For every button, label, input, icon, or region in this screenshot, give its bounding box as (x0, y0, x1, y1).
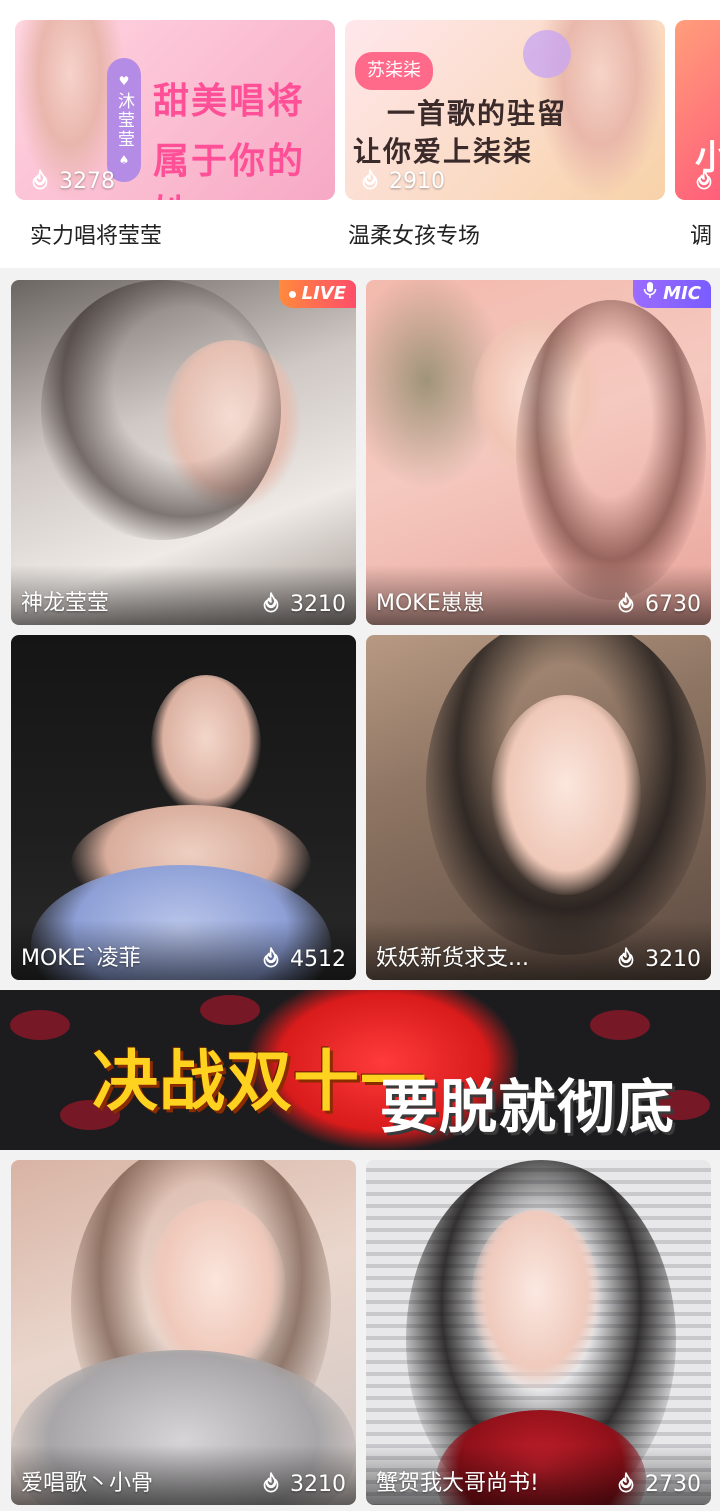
banner-headline-2: 让你爱上柒柒 (353, 135, 534, 168)
portrait-face (471, 1210, 601, 1390)
card-hot-count-value: 6730 (645, 591, 701, 617)
room-card[interactable]: MIC MOKE崽崽 6730 (366, 280, 711, 625)
lips-decor (10, 1010, 70, 1040)
flame-icon (258, 591, 284, 617)
mic-badge: MIC (633, 280, 711, 308)
flame-icon (691, 168, 717, 194)
live-badge-label: LIVE (301, 283, 346, 304)
card-name: 神龙莹莹 (21, 591, 110, 616)
flame-icon (258, 1471, 284, 1497)
flame-icon (357, 168, 383, 194)
banner-headline-2: 属于你的她 (153, 141, 306, 200)
card-hot-count: 3210 (613, 946, 701, 972)
mic-icon (643, 280, 657, 308)
room-card[interactable]: 爱唱歌丶小骨 3210 (11, 1160, 356, 1505)
lips-decor (590, 1010, 650, 1040)
card-name: MOKE`凌菲 (21, 946, 141, 971)
banner-card-3[interactable]: 小 (675, 20, 720, 200)
card-name: 妖妖新货求支... (376, 946, 529, 971)
banner-title-3[interactable]: 调 (690, 218, 712, 250)
mic-badge-label: MIC (663, 283, 701, 304)
card-hot-count: 3210 (258, 1471, 346, 1497)
banner-hot-count (691, 168, 717, 194)
card-hot-count-value: 3210 (290, 1471, 346, 1497)
flame-icon (613, 946, 639, 972)
card-hot-count-value: 3210 (290, 591, 346, 617)
promo-main-text: 决战双十一 (92, 1043, 427, 1120)
card-hot-count: 2730 (613, 1471, 701, 1497)
banner-vertical-tag: ♥ 沐莹莹 ♠ (107, 58, 141, 182)
card-hot-count-value: 3210 (645, 946, 701, 972)
decor-circle (523, 30, 571, 78)
banner-hot-count-value: 3278 (59, 168, 115, 194)
spade-icon: ♠ (118, 152, 130, 167)
room-card[interactable]: 妖妖新货求支... 3210 (366, 635, 711, 980)
flame-icon (613, 1471, 639, 1497)
promo-banner[interactable]: 决战双十一 要脱就彻底 (0, 990, 720, 1150)
portrait-face (491, 695, 641, 895)
flame-icon (258, 946, 284, 972)
banner-card-1[interactable]: ♥ 沐莹莹 ♠ 甜美唱将 属于你的她 3278 (15, 20, 335, 200)
promo-sub-text: 要脱就彻底 (380, 1073, 676, 1141)
banner-hot-count-value: 2910 (389, 168, 445, 194)
heart-icon: ♥ (118, 73, 130, 88)
portrait-hair (516, 300, 706, 600)
card-name: 爱唱歌丶小骨 (21, 1471, 154, 1496)
banner-tag-label: 沐莹莹 (114, 91, 134, 149)
card-name: 蟹贺我大哥尚书! (376, 1471, 539, 1496)
flame-icon (27, 168, 53, 194)
card-hot-count: 3210 (258, 591, 346, 617)
live-badge: LIVE (278, 280, 356, 308)
banner-pill-label: 苏柒柒 (355, 52, 433, 90)
card-name: MOKE崽崽 (376, 591, 485, 616)
banner-hot-count: 3278 (27, 168, 115, 194)
portrait-hair (41, 280, 281, 540)
flame-icon (613, 591, 639, 617)
banner-card-2[interactable]: 苏柒柒 一首歌的驻留 让你爱上柒柒 2910 (345, 20, 665, 200)
banner-headline-1: 一首歌的驻留 (387, 97, 568, 130)
banner-title-2[interactable]: 温柔女孩专场 (348, 218, 480, 250)
banner-headline-1: 甜美唱将 (153, 81, 306, 122)
card-hot-count: 4512 (258, 946, 346, 972)
card-hot-count: 6730 (613, 591, 701, 617)
room-card[interactable]: MOKE`凌菲 4512 (11, 635, 356, 980)
card-hot-count-value: 4512 (290, 946, 346, 972)
room-card[interactable]: LIVE 神龙莹莹 3210 (11, 280, 356, 625)
featured-banner-strip: ♥ 沐莹莹 ♠ 甜美唱将 属于你的她 3278 苏柒柒 一首歌的驻留 让你爱上柒… (0, 0, 720, 268)
portrait-face (151, 675, 261, 815)
room-card[interactable]: 蟹贺我大哥尚书! 2730 (366, 1160, 711, 1505)
banner-hot-count: 2910 (357, 168, 445, 194)
card-hot-count-value: 2730 (645, 1471, 701, 1497)
live-dot-icon (288, 290, 296, 298)
banner-title-1[interactable]: 实力唱将莹莹 (30, 218, 162, 250)
